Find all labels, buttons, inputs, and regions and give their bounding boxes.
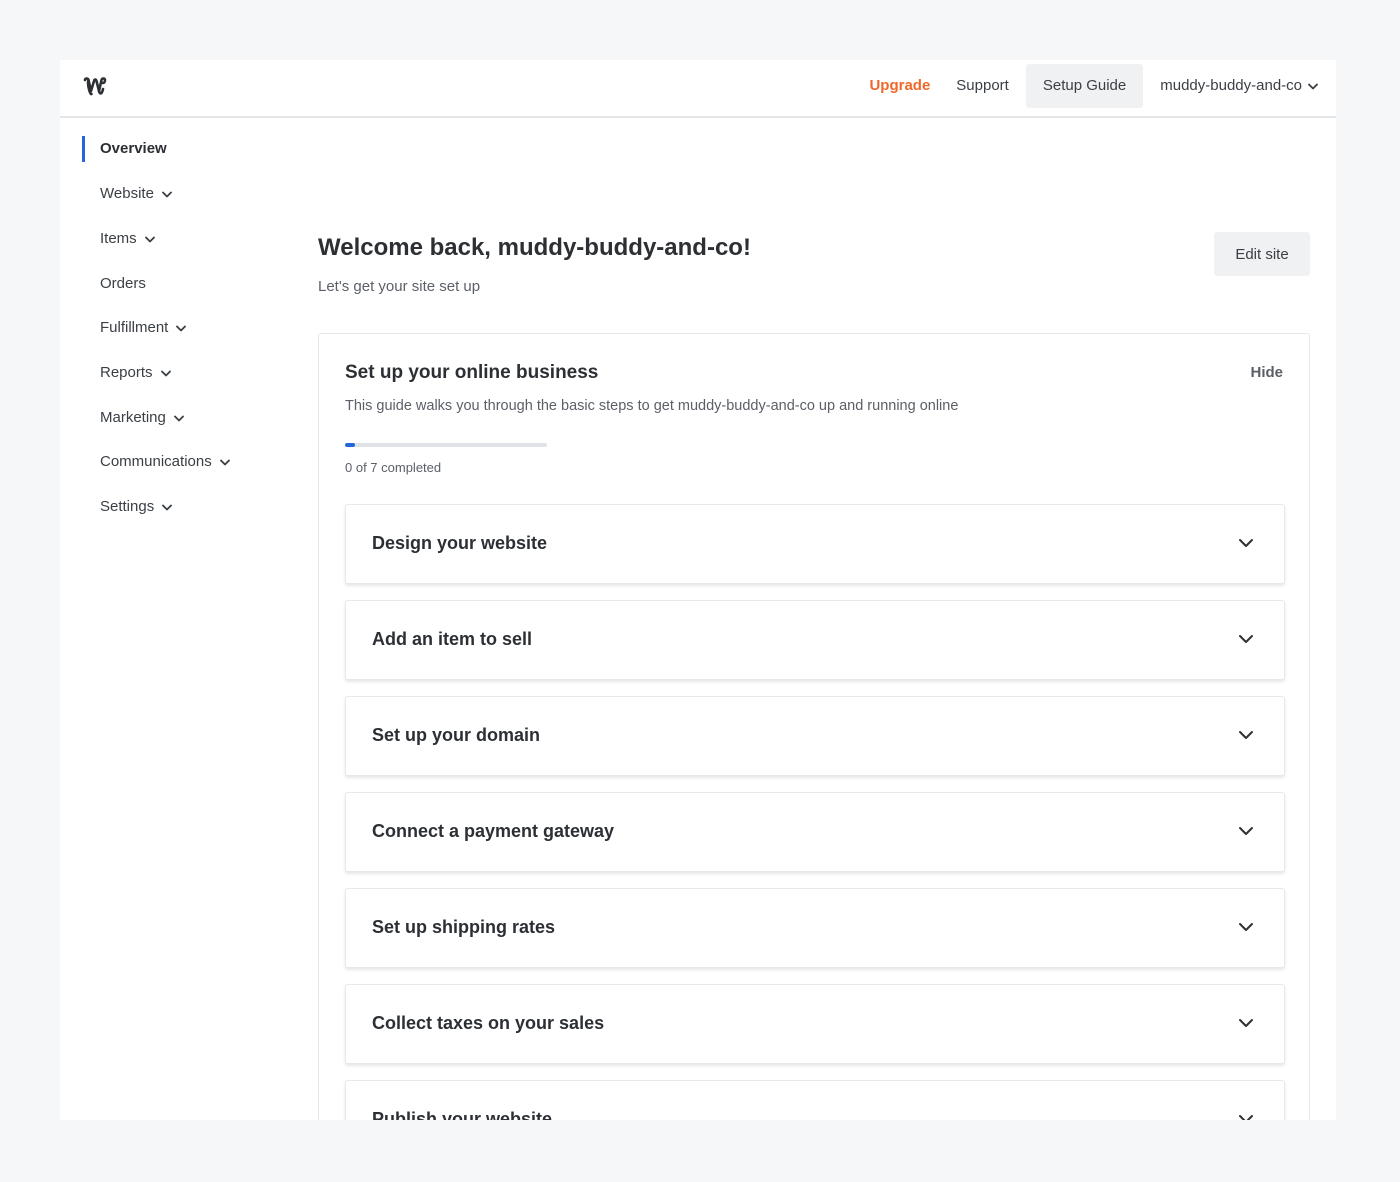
guide-description: This guide walks you through the basic s… xyxy=(345,398,959,414)
sidebar-item-label: Marketing xyxy=(100,409,166,426)
app-window: Upgrade Support Setup Guide muddy-buddy-… xyxy=(60,60,1336,1120)
chevron-down-icon xyxy=(144,236,155,242)
guide-title: Set up your online business xyxy=(345,362,599,383)
guide-step[interactable]: Set up shipping rates xyxy=(345,888,1285,968)
sidebar-item-settings[interactable]: Settings xyxy=(82,494,173,520)
guide-step[interactable]: Connect a payment gateway xyxy=(345,792,1285,872)
sidebar-item-communications[interactable]: Communications xyxy=(82,449,230,475)
guide-step-label: Set up your domain xyxy=(372,725,541,745)
chevron-down-icon[interactable] xyxy=(1238,826,1254,836)
sidebar-item-label: Website xyxy=(100,185,154,202)
sidebar-item-reports[interactable]: Reports xyxy=(82,360,171,386)
setup-guide-card: Set up your online business Hide This gu… xyxy=(318,333,1310,1120)
account-menu[interactable]: muddy-buddy-and-co xyxy=(1147,64,1318,108)
top-nav: Upgrade Support Setup Guide muddy-buddy-… xyxy=(856,64,1318,108)
edit-site-button[interactable]: Edit site xyxy=(1214,232,1310,276)
sidebar-item-orders[interactable]: Orders xyxy=(82,271,146,297)
guide-step-label: Collect taxes on your sales xyxy=(372,1013,605,1033)
chevron-down-icon[interactable] xyxy=(1238,730,1254,740)
sidebar-item-label: Reports xyxy=(100,364,153,381)
sidebar-item-label: Items xyxy=(100,230,137,247)
sidebar-item-marketing[interactable]: Marketing xyxy=(82,405,184,431)
account-name: muddy-buddy-and-co xyxy=(1160,77,1302,94)
guide-step[interactable]: Design your website xyxy=(345,504,1285,584)
chevron-down-icon xyxy=(219,459,230,465)
chevron-down-icon[interactable] xyxy=(1238,538,1254,548)
progress-bar-fill xyxy=(345,443,356,447)
guide-step-label: Add an item to sell xyxy=(372,629,533,649)
guide-step-label: Design your website xyxy=(372,533,548,553)
sidebar-item-label: Fulfillment xyxy=(100,319,169,336)
weebly-w-icon[interactable] xyxy=(82,74,108,100)
chevron-down-icon xyxy=(1308,83,1318,89)
sidebar-item-label: Settings xyxy=(100,498,155,515)
guide-step[interactable]: Collect taxes on your sales xyxy=(345,984,1285,1064)
sidebar-item-overview[interactable]: Overview xyxy=(82,136,167,162)
progress-text: 0 of 7 completed xyxy=(345,460,442,475)
setup-guide-button[interactable]: Setup Guide xyxy=(1025,64,1144,108)
chevron-down-icon[interactable] xyxy=(1238,634,1254,644)
support-link[interactable]: Support xyxy=(943,64,1022,108)
hide-button[interactable]: Hide xyxy=(1250,364,1283,381)
sidebar-item-items[interactable]: Items xyxy=(82,226,155,252)
upgrade-link[interactable]: Upgrade xyxy=(856,64,943,108)
guide-step-label: Connect a payment gateway xyxy=(372,821,615,841)
sidebar-item-fulfillment[interactable]: Fulfillment xyxy=(82,315,187,341)
chevron-down-icon[interactable] xyxy=(1238,1018,1254,1028)
sidebar-item-label: Overview xyxy=(100,140,167,157)
guide-step[interactable]: Add an item to sell xyxy=(345,600,1285,680)
page-subtitle: Let's get your site set up xyxy=(318,278,481,295)
guide-step-label: Set up shipping rates xyxy=(372,917,556,937)
sidebar-item-label: Communications xyxy=(100,453,212,470)
chevron-down-icon xyxy=(160,370,171,376)
guide-step[interactable]: Set up your domain xyxy=(345,696,1285,776)
guide-step-label: Publish your website xyxy=(372,1109,553,1120)
chevron-down-icon xyxy=(173,415,184,421)
page-title: Welcome back, muddy-buddy-and-co! xyxy=(318,234,751,261)
chevron-down-icon xyxy=(162,191,172,197)
sidebar-item-label: Orders xyxy=(100,275,146,292)
chevron-down-icon xyxy=(162,504,173,510)
progress-bar xyxy=(345,443,547,447)
guide-step[interactable]: Publish your website xyxy=(345,1080,1285,1120)
chevron-down-icon xyxy=(176,325,187,331)
top-bar: Upgrade Support Setup Guide muddy-buddy-… xyxy=(60,60,1336,118)
sidebar-item-website[interactable]: Website xyxy=(82,181,172,207)
chevron-down-icon[interactable] xyxy=(1238,1114,1254,1120)
chevron-down-icon[interactable] xyxy=(1238,922,1254,932)
